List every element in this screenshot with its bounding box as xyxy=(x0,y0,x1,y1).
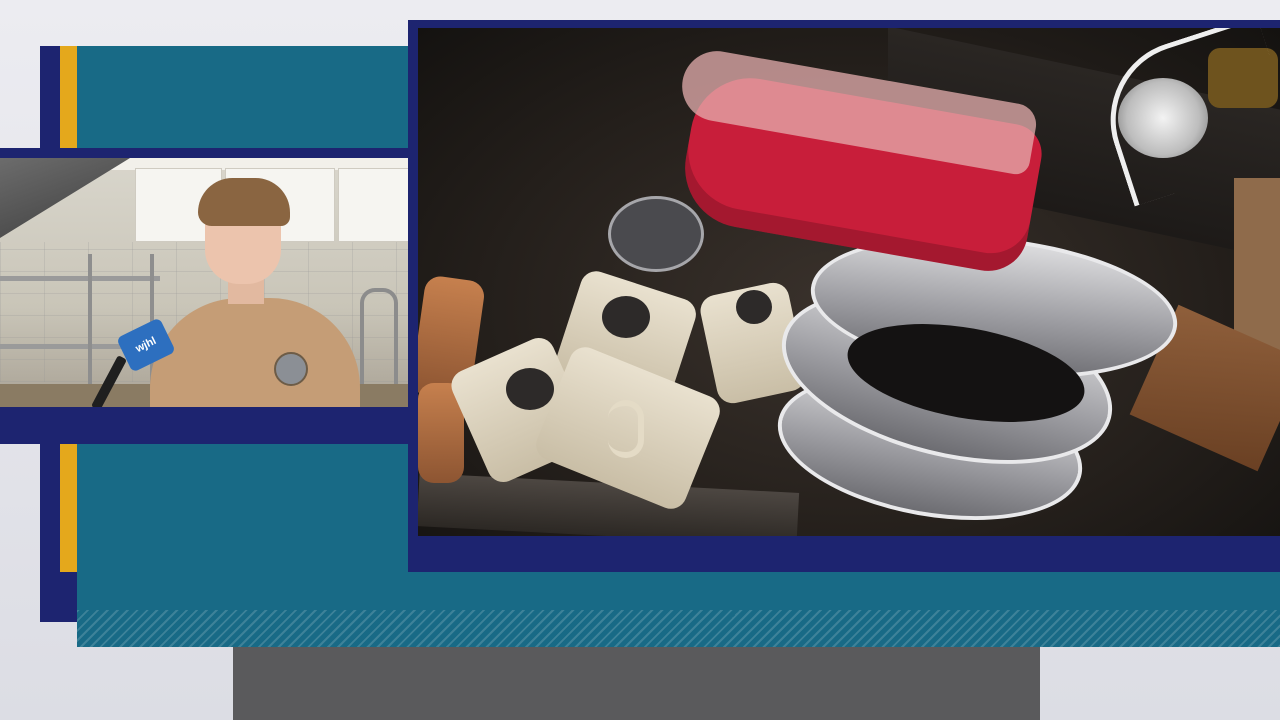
mug-handle xyxy=(608,400,644,458)
interview-video: wjhl xyxy=(0,158,408,407)
shelf-pole xyxy=(88,254,92,404)
mug-logo xyxy=(602,296,650,338)
sink-faucet xyxy=(360,288,398,392)
navy-accent-stripe xyxy=(40,46,60,150)
bottom-gray-band xyxy=(233,647,1040,720)
mug-logo xyxy=(506,368,554,410)
kitchen-cabinet xyxy=(338,168,408,242)
wire-shelf xyxy=(0,276,160,281)
gold-accent-stripe xyxy=(60,444,77,572)
interview-frame-top xyxy=(0,148,410,158)
navy-accent-stripe xyxy=(40,444,60,622)
teal-header-panel xyxy=(77,46,410,148)
mug-logo xyxy=(736,290,772,324)
gold-accent-stripe xyxy=(60,46,77,150)
shirt-logo xyxy=(274,352,308,386)
navy-accent-stripe xyxy=(60,572,77,622)
b-roll-video xyxy=(418,28,1280,536)
interview-frame-bottom xyxy=(0,407,410,444)
range-hood xyxy=(0,158,130,238)
microphone-flag-text: wjhl xyxy=(133,334,159,356)
pot-lid xyxy=(608,196,704,272)
hatch-pattern-band xyxy=(77,610,1280,647)
interviewee-hair xyxy=(198,178,290,226)
